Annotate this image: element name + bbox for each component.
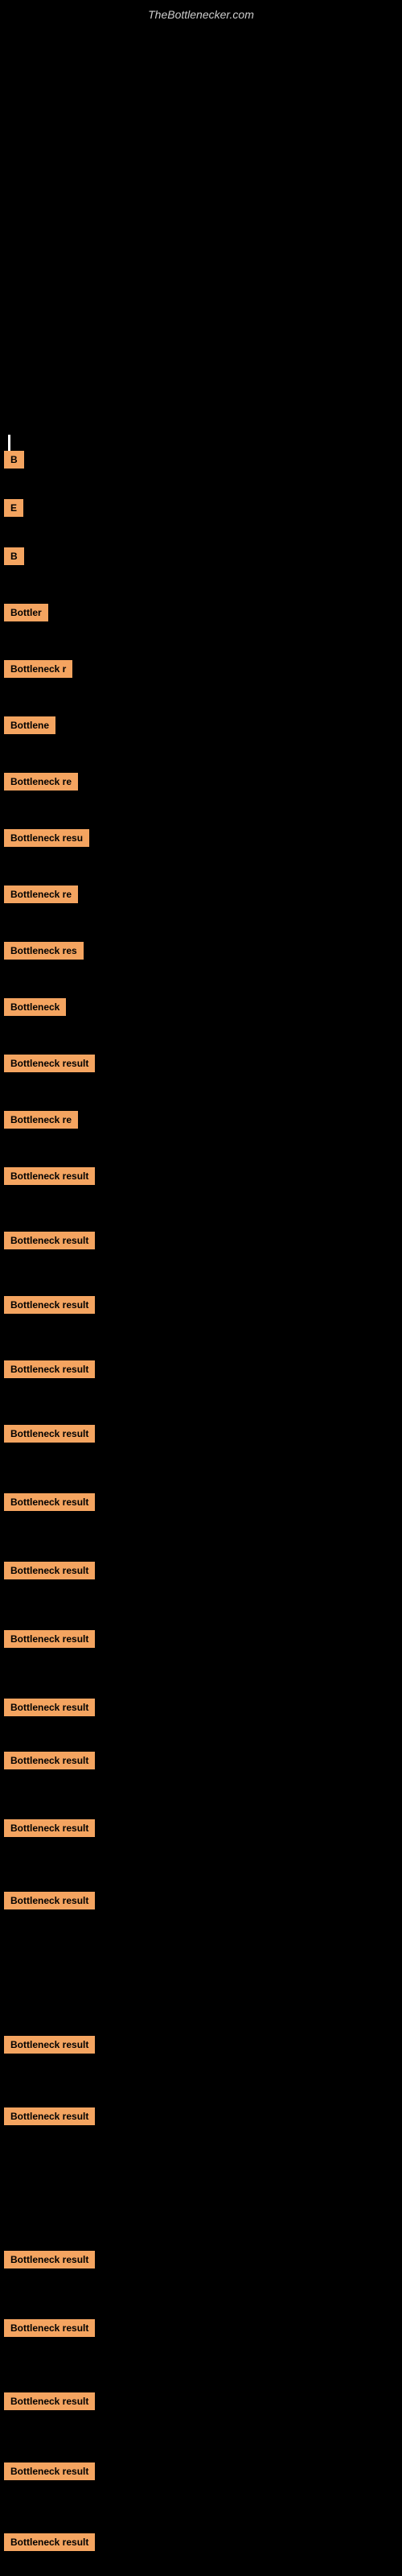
result-badge-20[interactable]: Bottleneck result: [4, 1562, 95, 1579]
result-badge-31[interactable]: Bottleneck result: [4, 2462, 95, 2480]
result-badge-29[interactable]: Bottleneck result: [4, 2319, 95, 2337]
result-badge-25[interactable]: Bottleneck result: [4, 1892, 95, 1909]
result-badge-4[interactable]: Bottler: [4, 604, 48, 621]
result-badge-30[interactable]: Bottleneck result: [4, 2392, 95, 2410]
result-badge-12[interactable]: Bottleneck result: [4, 1055, 95, 1072]
result-badge-1[interactable]: B: [4, 451, 24, 469]
result-badge-26[interactable]: Bottleneck result: [4, 2036, 95, 2054]
result-badge-5[interactable]: Bottleneck r: [4, 660, 72, 678]
top-black-section: [0, 25, 402, 427]
result-badge-7[interactable]: Bottleneck re: [4, 773, 78, 791]
result-badge-13[interactable]: Bottleneck re: [4, 1111, 78, 1129]
result-badge-28[interactable]: Bottleneck result: [4, 2251, 95, 2268]
result-badge-27[interactable]: Bottleneck result: [4, 2107, 95, 2125]
result-badge-17[interactable]: Bottleneck result: [4, 1360, 95, 1378]
result-badge-23[interactable]: Bottleneck result: [4, 1752, 95, 1769]
result-badge-18[interactable]: Bottleneck result: [4, 1425, 95, 1443]
result-badge-15[interactable]: Bottleneck result: [4, 1232, 95, 1249]
site-title: TheBottlenecker.com: [0, 0, 402, 25]
result-badge-21[interactable]: Bottleneck result: [4, 1630, 95, 1648]
result-badge-22[interactable]: Bottleneck result: [4, 1699, 95, 1716]
result-badge-10[interactable]: Bottleneck res: [4, 942, 84, 960]
result-badge-16[interactable]: Bottleneck result: [4, 1296, 95, 1314]
result-badge-11[interactable]: Bottleneck: [4, 998, 66, 1016]
result-badge-8[interactable]: Bottleneck resu: [4, 829, 89, 847]
result-badge-3[interactable]: B: [4, 547, 24, 565]
result-badge-9[interactable]: Bottleneck re: [4, 886, 78, 903]
result-badge-32[interactable]: Bottleneck result: [4, 2533, 95, 2551]
result-badge-24[interactable]: Bottleneck result: [4, 1819, 95, 1837]
result-badge-19[interactable]: Bottleneck result: [4, 1493, 95, 1511]
result-badge-2[interactable]: E: [4, 499, 23, 517]
result-badge-14[interactable]: Bottleneck result: [4, 1167, 95, 1185]
result-badge-6[interactable]: Bottlene: [4, 716, 55, 734]
